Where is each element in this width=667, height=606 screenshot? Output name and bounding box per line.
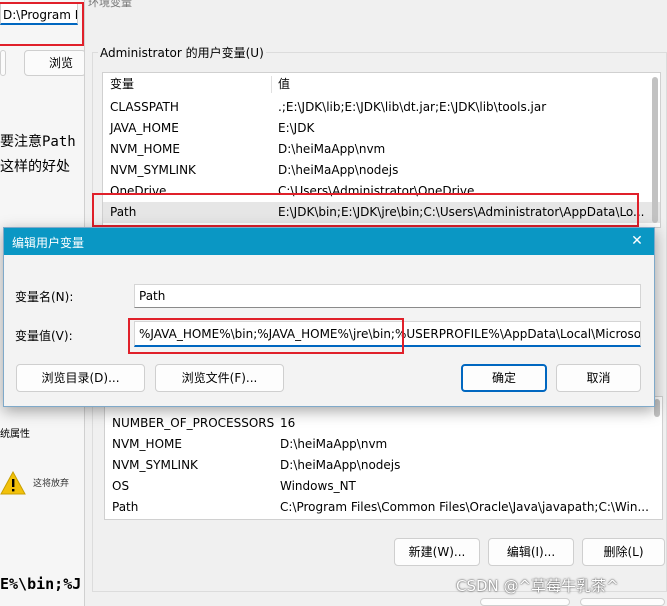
highlight-box-value <box>128 318 404 354</box>
var-value: .;E:\JDK\lib;E:\JDK\lib\dt.jar;E:\JDK\li… <box>278 100 547 114</box>
edit-variable-button[interactable]: 编辑(I)... <box>488 538 574 566</box>
table-row[interactable]: NVM_SYMLINK D:\heiMaApp\nodejs <box>105 455 662 476</box>
cancel-button[interactable]: 取消 <box>556 364 641 392</box>
background-note-line2: 这样的好处 <box>0 159 70 175</box>
browse-directory-button[interactable]: 浏览目录(D)... <box>16 364 145 392</box>
dialog-title: 编辑用户变量 <box>12 236 85 250</box>
var-value: D:\heiMaApp\nodejs <box>280 458 401 472</box>
var-name: NVM_SYMLINK <box>110 163 196 177</box>
list-header: 变量 值 <box>103 74 660 95</box>
background-note-line1: 要注意Path <box>0 134 76 150</box>
var-name: OS <box>112 479 130 493</box>
variable-value-label: 变量值(V): <box>15 329 73 343</box>
background-bottom-text: E%\bin;%J <box>0 575 82 593</box>
env-window-title: 环境变量 <box>88 0 132 9</box>
var-value: Windows_NT <box>280 479 356 493</box>
table-row[interactable]: NUMBER_OF_PROCESSORS 16 <box>105 413 662 434</box>
user-vars-group-label: Administrator 的用户变量(U) <box>98 44 266 61</box>
var-name: NVM_HOME <box>112 437 182 451</box>
table-row[interactable]: OS Windows_NT <box>105 476 662 497</box>
var-name: NVM_SYMLINK <box>112 458 198 472</box>
new-variable-button[interactable]: 新建(W)... <box>394 538 480 566</box>
background-button-left[interactable] <box>0 50 6 76</box>
var-value: E:\JDK <box>278 121 315 135</box>
var-value: D:\heiMaApp\nvm <box>280 437 388 451</box>
table-row[interactable]: JAVA_HOME E:\JDK <box>103 118 660 139</box>
ok-button-partial[interactable] <box>480 598 570 606</box>
var-value: D:\heiMaApp\nodejs <box>278 163 399 177</box>
background-browse-label: 浏览 <box>49 56 74 70</box>
edit-user-variable-dialog: 编辑用户变量 ✕ 变量名(N): Path 变量值(V): %JAVA_HOME… <box>3 227 655 407</box>
var-name: NUMBER_OF_PROCESSORS <box>112 416 275 430</box>
variable-name-label: 变量名(N): <box>15 290 74 304</box>
table-row[interactable]: NVM_SYMLINK D:\heiMaApp\nodejs <box>103 160 660 181</box>
system-vars-list[interactable]: NUMBER_OF_PROCESSORS 16 NVM_HOME D:\heiM… <box>104 396 663 520</box>
column-divider[interactable] <box>271 76 272 93</box>
cancel-button-partial[interactable] <box>580 598 665 606</box>
var-value: C:\Program Files\Common Files\Oracle\Jav… <box>280 500 649 514</box>
table-row[interactable]: NVM_HOME D:\heiMaApp\nvm <box>105 434 662 455</box>
variable-name-input[interactable]: Path <box>134 284 641 308</box>
warning-icon <box>0 470 26 495</box>
background-browse-button[interactable]: 浏览 <box>24 50 86 76</box>
table-row[interactable]: NVM_HOME D:\heiMaApp\nvm <box>103 139 660 160</box>
table-row[interactable]: Path C:\Program Files\Common Files\Oracl… <box>105 497 662 518</box>
var-name: Path <box>112 500 139 514</box>
dialog-titlebar[interactable]: 编辑用户变量 ✕ <box>4 228 654 255</box>
delete-variable-button[interactable]: 删除(L) <box>582 538 665 566</box>
highlight-box-top <box>0 2 84 46</box>
close-icon[interactable]: ✕ <box>628 232 646 250</box>
var-name: NVM_HOME <box>110 142 180 156</box>
ok-button[interactable]: 确定 <box>461 364 547 392</box>
user-list-scrollbar[interactable] <box>652 77 658 223</box>
watermark: CSDN @^草莓牛乳茶^ <box>456 577 619 595</box>
table-row[interactable]: CLASSPATH .;E:\JDK\lib;E:\JDK\lib\dt.jar… <box>103 97 660 118</box>
column-value-header[interactable]: 值 <box>278 74 290 95</box>
var-value: 16 <box>280 416 296 430</box>
var-name: CLASSPATH <box>110 100 179 114</box>
highlight-box-path-row <box>92 193 639 227</box>
background-sysprops-label: 统属性 <box>0 429 30 440</box>
var-name: JAVA_HOME <box>110 121 179 135</box>
column-variable-header[interactable]: 变量 <box>110 74 134 95</box>
browse-file-button[interactable]: 浏览文件(F)... <box>155 364 284 392</box>
var-value: D:\heiMaApp\nvm <box>278 142 386 156</box>
background-warning-text: 这将放弃 <box>33 479 70 489</box>
